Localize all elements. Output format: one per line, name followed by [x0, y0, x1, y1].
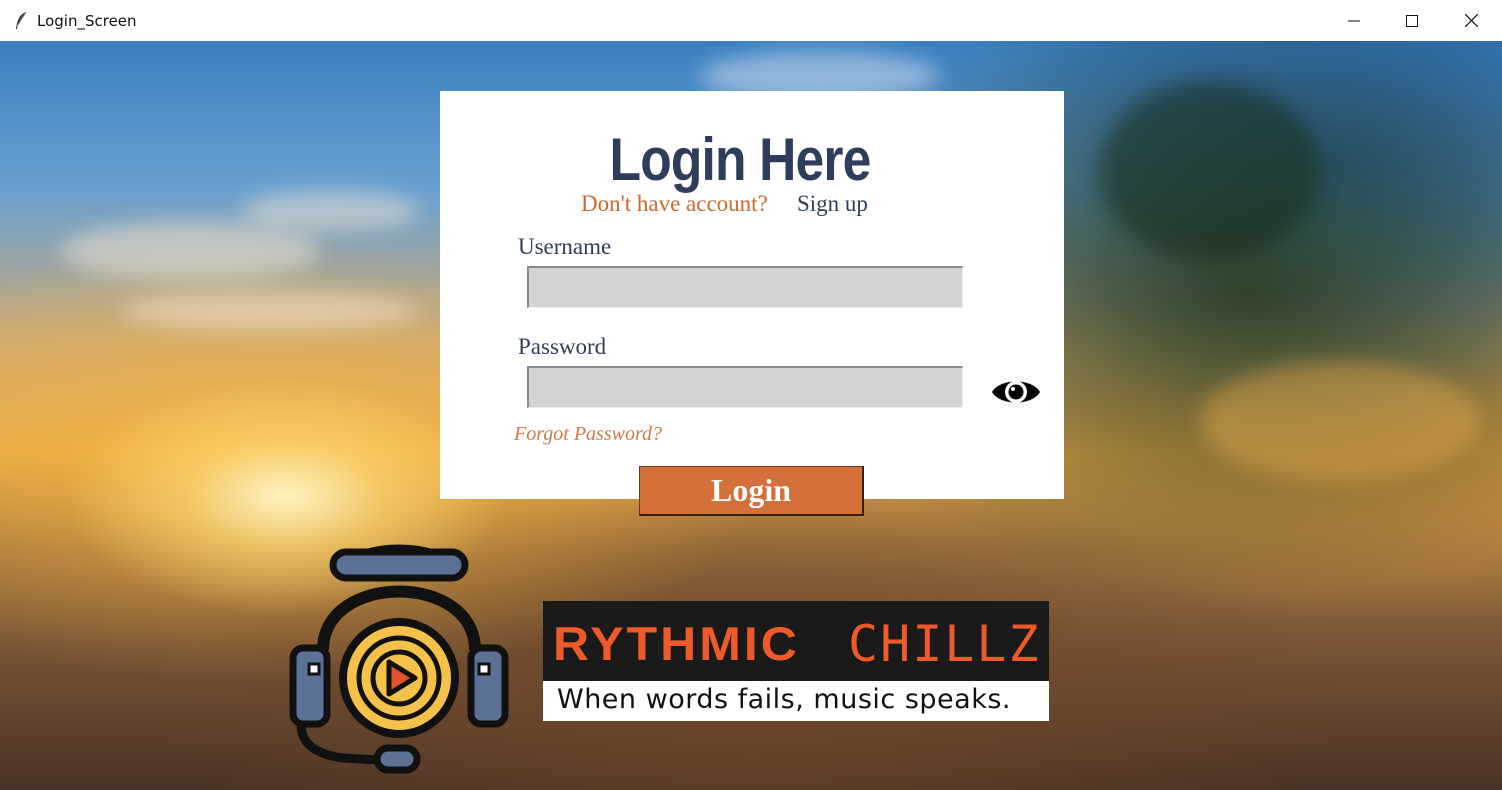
- login-button[interactable]: Login: [639, 466, 864, 516]
- page-title: Login Here: [609, 126, 872, 193]
- close-button[interactable]: [1442, 0, 1500, 41]
- forgot-password-link[interactable]: Forgot Password?: [514, 423, 662, 446]
- brand-tagline-banner: When words fails, music speaks.: [543, 681, 1049, 721]
- login-card: Login Here Don't have account? Sign up U…: [440, 91, 1064, 499]
- maximize-icon: [1406, 14, 1418, 27]
- maximize-button[interactable]: [1383, 0, 1441, 41]
- feather-icon: [16, 11, 27, 29]
- signup-link[interactable]: Sign up: [797, 191, 868, 217]
- window-title: Login_Screen: [37, 12, 137, 30]
- brand-logo: RYTHMIC CHILLZ When words fails, music s…: [543, 601, 1049, 721]
- minimize-icon: [1348, 20, 1360, 21]
- brand-name-part1: RYTHMIC: [553, 617, 800, 671]
- brand-name-banner: RYTHMIC CHILLZ: [543, 601, 1049, 681]
- username-field[interactable]: [527, 266, 963, 308]
- close-icon: [1464, 14, 1478, 27]
- minimize-button[interactable]: [1325, 0, 1383, 41]
- no-account-text: Don't have account?: [581, 191, 768, 216]
- password-label: Password: [518, 334, 607, 359]
- eye-icon[interactable]: [990, 374, 1042, 410]
- brand-name-part2: CHILLZ: [848, 615, 1041, 673]
- window-titlebar: Login_Screen: [0, 0, 1502, 42]
- username-label: Username: [518, 234, 612, 259]
- headphones-play-icon: [289, 544, 509, 774]
- password-field[interactable]: [527, 366, 963, 408]
- brand-tagline: When words fails, music speaks.: [557, 684, 1011, 715]
